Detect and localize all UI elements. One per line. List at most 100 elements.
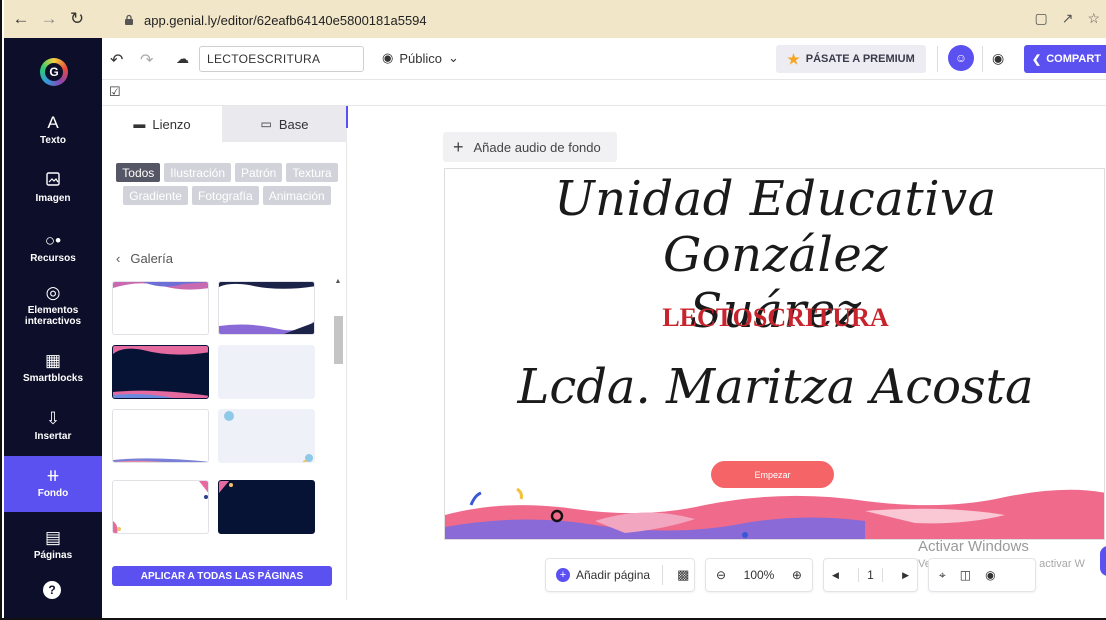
gallery-back-link[interactable]: ‹ Galería bbox=[116, 251, 173, 266]
sidebar-item-paginas[interactable]: ▤ Páginas bbox=[4, 528, 102, 561]
gallery-thumbnail[interactable] bbox=[112, 281, 209, 335]
pages-icon: ▤ bbox=[44, 528, 62, 547]
add-audio-button[interactable]: + Añade audio de fondo bbox=[443, 132, 617, 162]
bookmark-star-icon[interactable]: ☆ bbox=[1087, 10, 1100, 27]
page-navigator: ◀ 1 ▶ bbox=[823, 558, 918, 592]
base-icon: ▭ bbox=[260, 117, 272, 131]
secondary-toolbar: ☑ bbox=[102, 80, 1106, 106]
chevron-left-icon: ‹ bbox=[116, 251, 121, 266]
browser-toolbar: ← → ↻ app.genial.ly/editor/62eafb64140e5… bbox=[4, 0, 1106, 38]
toolbar-divider bbox=[937, 46, 938, 72]
clipboard-check-icon[interactable]: ☑ bbox=[109, 84, 121, 100]
filter-patron[interactable]: Patrón bbox=[235, 163, 283, 182]
layers-icon[interactable]: ◉ bbox=[985, 568, 995, 582]
sidebar-item-elementos-interactivos[interactable]: ◎ Elementos interactivos bbox=[4, 283, 102, 327]
page-number: 1 bbox=[858, 568, 883, 582]
filter-ilustracion[interactable]: Ilustración bbox=[164, 163, 231, 182]
plus-icon: + bbox=[453, 136, 464, 157]
windows-activation-title: Activar Windows bbox=[918, 538, 1029, 555]
background-panel: ▬ Lienzo ▭ Base Todos Ilustración Patrón… bbox=[102, 106, 347, 600]
back-icon[interactable]: ← bbox=[10, 8, 32, 30]
zoom-out-icon[interactable]: ⊖ bbox=[716, 568, 726, 582]
zoom-in-icon[interactable]: ⊕ bbox=[792, 568, 802, 582]
help-icon[interactable]: ? bbox=[43, 581, 61, 599]
address-bar[interactable]: app.genial.ly/editor/62eafb64140e5800181… bbox=[124, 8, 1024, 32]
sidebar-item-texto[interactable]: A Texto bbox=[4, 113, 102, 146]
sidebar-item-recursos[interactable]: ○• Recursos bbox=[4, 231, 102, 264]
tab-search-icon[interactable]: ▢ bbox=[1034, 10, 1047, 27]
sidebar-item-smartblocks[interactable]: ▦ Smartblocks bbox=[4, 351, 102, 384]
genially-logo[interactable]: G bbox=[40, 58, 68, 86]
premium-button[interactable]: ★ PÁSATE A PREMIUM bbox=[776, 45, 926, 73]
sidebar-item-fondo[interactable]: ⧺ Fondo bbox=[4, 456, 102, 512]
background-icon: ⧺ bbox=[45, 466, 61, 485]
gallery-thumbnail[interactable] bbox=[218, 281, 315, 335]
smartblocks-icon: ▦ bbox=[44, 351, 62, 370]
add-page-button[interactable]: Añadir página bbox=[576, 568, 650, 582]
gallery-thumbnail[interactable] bbox=[218, 409, 315, 463]
add-user-icon[interactable]: ☺ bbox=[948, 45, 974, 71]
filter-fotografia[interactable]: Fotografía bbox=[191, 186, 259, 205]
gallery-scrollbar[interactable]: ▲ bbox=[332, 278, 344, 552]
scroll-up-icon[interactable]: ▲ bbox=[332, 278, 344, 285]
zoom-level: 100% bbox=[743, 568, 775, 582]
filter-animacion[interactable]: Animación bbox=[262, 186, 331, 205]
slide-subtitle[interactable]: LECTOSCRITURA bbox=[445, 303, 1104, 333]
view-controls: ⌖ ◫ ◉ bbox=[928, 558, 1036, 592]
add-circle-icon[interactable]: + bbox=[556, 568, 570, 582]
filter-gradiente[interactable]: Gradiente bbox=[123, 186, 188, 205]
reload-icon[interactable]: ↻ bbox=[66, 8, 88, 30]
redo-icon[interactable]: ↷ bbox=[140, 50, 153, 70]
chevron-down-icon: ⌄ bbox=[447, 50, 459, 65]
share-button[interactable]: ❮ COMPART bbox=[1024, 45, 1106, 73]
filter-chips: Todos Ilustración Patrón Textura Gradien… bbox=[112, 163, 342, 205]
insert-icon: ⇩ bbox=[45, 409, 61, 428]
resources-icon: ○• bbox=[44, 231, 62, 250]
toolbar-divider bbox=[982, 46, 983, 72]
previous-page-icon[interactable]: ◀ bbox=[832, 570, 839, 581]
background-gallery bbox=[112, 278, 332, 552]
compare-view-icon[interactable]: ◫ bbox=[960, 568, 971, 582]
forward-icon[interactable]: → bbox=[38, 8, 60, 30]
canvas-area: + Añade audio de fondo Unidad Educativa … bbox=[348, 106, 1106, 600]
share-page-icon[interactable]: ↗ bbox=[1062, 10, 1074, 27]
gallery-thumbnail[interactable] bbox=[112, 480, 209, 534]
lock-icon bbox=[124, 14, 138, 26]
undo-icon[interactable]: ↶ bbox=[110, 50, 123, 70]
divider bbox=[662, 565, 664, 585]
image-icon bbox=[46, 171, 60, 191]
sidebar-item-imagen[interactable]: Imagen bbox=[4, 171, 102, 204]
globe-icon: ◉ bbox=[382, 50, 394, 65]
visibility-dropdown[interactable]: ◉ Público ⌄ bbox=[382, 50, 459, 66]
star-icon: ★ bbox=[787, 50, 800, 67]
gallery-thumbnail[interactable] bbox=[218, 345, 315, 399]
apply-all-pages-button[interactable]: APLICAR A TODAS LAS PÁGINAS bbox=[112, 566, 332, 586]
canvas-icon: ▬ bbox=[133, 117, 146, 131]
filter-todos[interactable]: Todos bbox=[116, 163, 161, 182]
url-text: app.genial.ly/editor/62eafb64140e5800181… bbox=[144, 12, 427, 28]
gallery-thumbnail[interactable] bbox=[112, 409, 209, 463]
gallery-thumbnail[interactable] bbox=[112, 345, 209, 399]
add-page-group: + Añadir página ▩ bbox=[545, 558, 695, 592]
sidebar-item-insertar[interactable]: ⇩ Insertar bbox=[4, 409, 102, 442]
chat-bubble-edge[interactable] bbox=[1100, 546, 1106, 576]
interactive-icon: ◎ bbox=[45, 283, 61, 302]
text-icon: A bbox=[47, 113, 59, 132]
cloud-icon: ☁ bbox=[176, 51, 189, 66]
editor-toolbar: ↶ ↷ ☁ LECTOESCRITURA ◉ Público ⌄ ★ PÁSAT… bbox=[102, 38, 1106, 80]
decorative-wave-image bbox=[445, 487, 1104, 539]
grid-icon[interactable]: ⌖ bbox=[939, 568, 946, 583]
gallery-thumbnail[interactable] bbox=[218, 480, 315, 534]
filter-textura[interactable]: Textura bbox=[286, 163, 338, 182]
preview-eye-icon[interactable]: ◉ bbox=[992, 50, 1004, 67]
tab-base[interactable]: ▭ Base bbox=[222, 106, 347, 142]
trash-icon[interactable]: ▩ bbox=[677, 567, 689, 583]
slide-canvas[interactable]: Unidad Educativa González Suárez LECTOSC… bbox=[444, 168, 1105, 540]
left-sidebar: G A Texto Imagen ○• Recursos ◎ Elementos… bbox=[4, 38, 102, 618]
project-title-input[interactable]: LECTOESCRITURA bbox=[199, 46, 364, 72]
tab-lienzo[interactable]: ▬ Lienzo bbox=[102, 106, 222, 142]
next-page-icon[interactable]: ▶ bbox=[902, 570, 909, 581]
scrollbar-thumb[interactable] bbox=[334, 316, 343, 364]
app-window: ← → ↻ app.genial.ly/editor/62eafb64140e5… bbox=[0, 0, 1106, 620]
slide-author-name[interactable]: Lcda. Maritza Acosta bbox=[445, 359, 1104, 415]
